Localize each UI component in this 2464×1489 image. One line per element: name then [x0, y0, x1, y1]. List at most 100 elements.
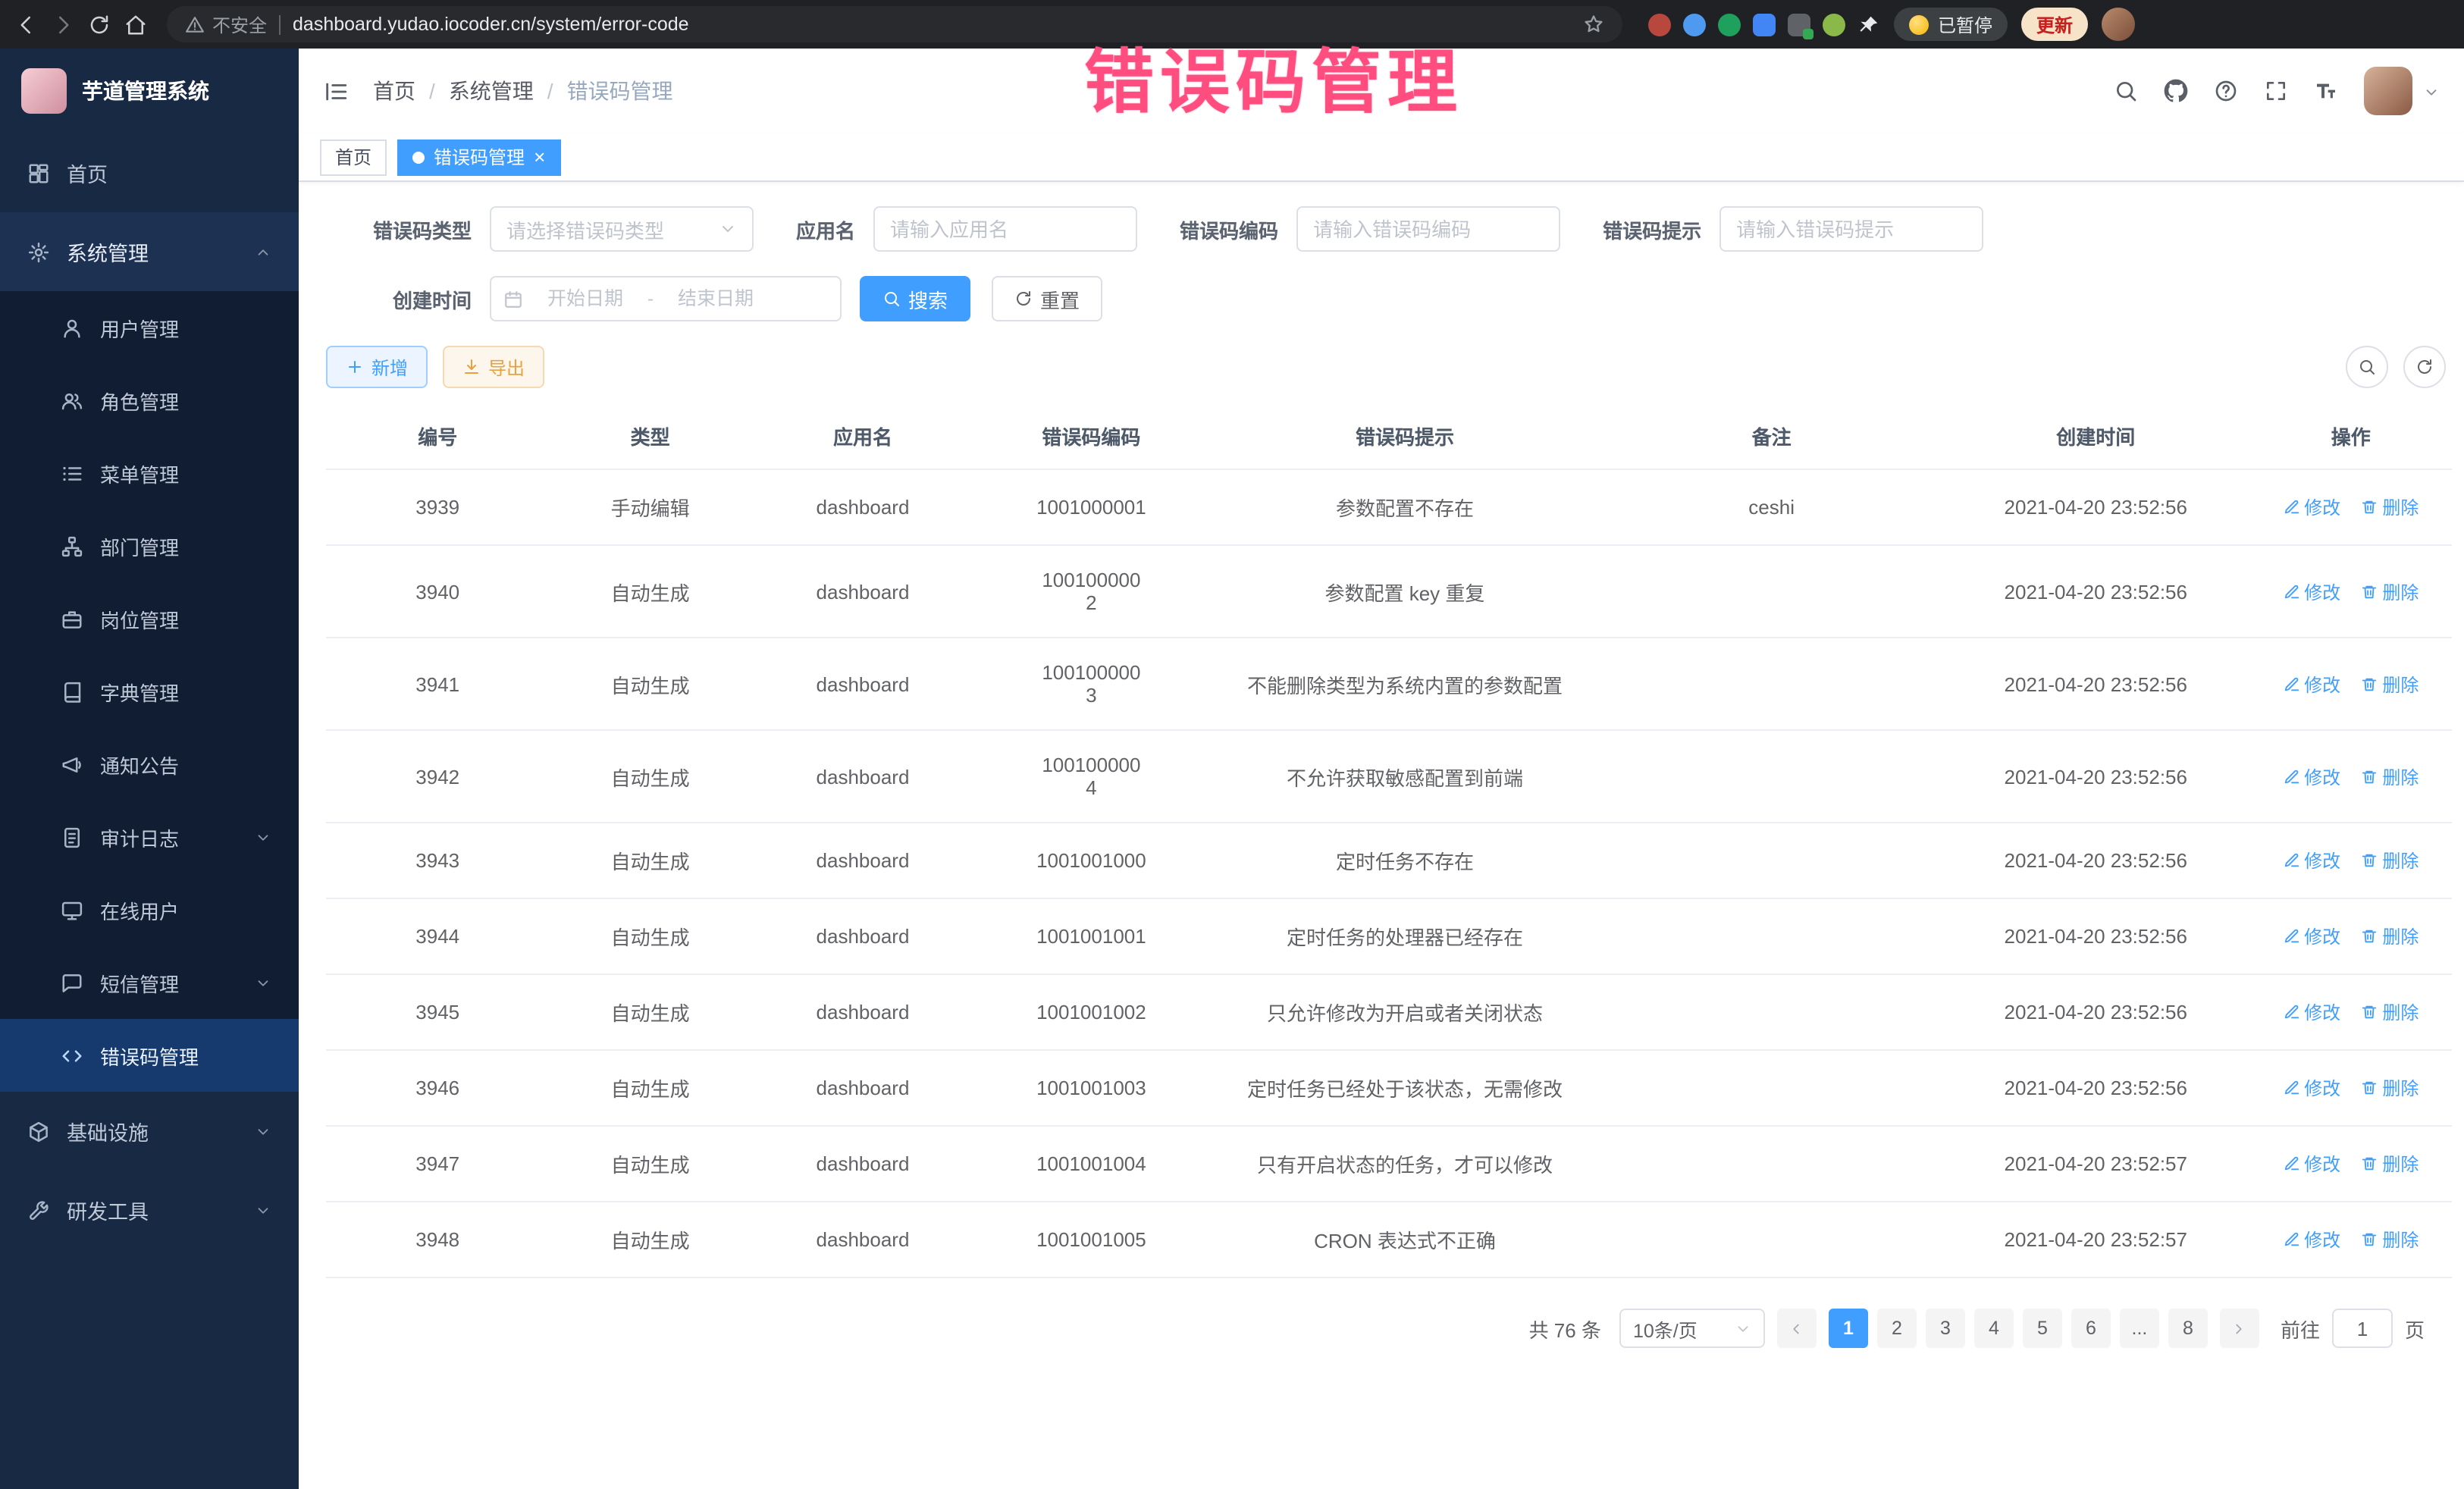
- page-number-button[interactable]: 5: [2023, 1309, 2062, 1348]
- sidebar-item-post-mgmt[interactable]: 岗位管理: [0, 582, 299, 655]
- page-number-button[interactable]: 2: [1877, 1309, 1917, 1348]
- browser-forward-icon[interactable]: [52, 13, 74, 36]
- goto-page-input[interactable]: [2332, 1309, 2393, 1348]
- extension-icon[interactable]: [1683, 13, 1706, 36]
- edit-link[interactable]: 修改: [2283, 1075, 2340, 1101]
- edit-icon: [2283, 1231, 2299, 1248]
- delete-link[interactable]: 删除: [2361, 494, 2419, 520]
- list-icon: [61, 462, 83, 484]
- github-icon[interactable]: [2164, 79, 2188, 103]
- date-range-picker[interactable]: -: [490, 276, 842, 321]
- search-button[interactable]: 搜索: [860, 276, 970, 321]
- app-name-input[interactable]: [873, 206, 1137, 252]
- tab-error-code-mgmt[interactable]: 错误码管理 ×: [397, 139, 560, 175]
- extension-icon[interactable]: [1788, 13, 1810, 36]
- close-icon[interactable]: ×: [534, 147, 545, 167]
- delete-link[interactable]: 删除: [2361, 848, 2419, 873]
- bookmark-star-icon[interactable]: [1583, 14, 1604, 35]
- extension-icon[interactable]: [1648, 13, 1671, 36]
- book-icon: [61, 680, 83, 703]
- page-number-button[interactable]: 6: [2071, 1309, 2111, 1348]
- delete-link[interactable]: 删除: [2361, 1151, 2419, 1177]
- prev-page-button[interactable]: [1777, 1309, 1817, 1348]
- edit-link[interactable]: 修改: [2283, 848, 2340, 873]
- browser-profile-avatar[interactable]: [2102, 8, 2135, 41]
- delete-link[interactable]: 删除: [2361, 578, 2419, 604]
- fullscreen-icon[interactable]: [2264, 79, 2288, 103]
- browser-home-icon[interactable]: [124, 13, 147, 36]
- cell-app: dashboard: [751, 823, 974, 898]
- add-button[interactable]: 新增: [326, 346, 428, 388]
- edit-icon: [2283, 583, 2299, 600]
- edit-link[interactable]: 修改: [2283, 671, 2340, 697]
- sidebar-item-sms-mgmt[interactable]: 短信管理: [0, 946, 299, 1019]
- error-code-input[interactable]: [1296, 206, 1560, 252]
- paused-badge[interactable]: 已暂停: [1894, 8, 2008, 41]
- app-logo[interactable]: 芋道管理系统: [0, 49, 299, 133]
- extension-icon[interactable]: [1753, 13, 1776, 36]
- security-chip[interactable]: 不安全: [185, 11, 267, 37]
- end-date-input[interactable]: [660, 288, 772, 309]
- page-number-button[interactable]: 3: [1926, 1309, 1965, 1348]
- font-size-icon[interactable]: [2314, 79, 2338, 103]
- search-icon[interactable]: [2114, 79, 2138, 103]
- address-bar[interactable]: 不安全 dashboard.yudao.iocoder.cn/system/er…: [167, 6, 1622, 42]
- sidebar-item-dev-tools[interactable]: 研发工具: [0, 1171, 299, 1249]
- pin-icon[interactable]: [1857, 13, 1880, 36]
- delete-link[interactable]: 删除: [2361, 923, 2419, 949]
- sidebar-item-dept-mgmt[interactable]: 部门管理: [0, 509, 299, 582]
- sidebar-item-error-code-mgmt[interactable]: 错误码管理: [0, 1019, 299, 1092]
- delete-link[interactable]: 删除: [2361, 671, 2419, 697]
- cell-type: 手动编辑: [549, 469, 751, 545]
- edit-link[interactable]: 修改: [2283, 763, 2340, 789]
- help-icon[interactable]: [2214, 79, 2238, 103]
- table-row: 3948 自动生成 dashboard 1001001005 CRON 表达式不…: [326, 1202, 2452, 1277]
- breadcrumb-item[interactable]: 系统管理: [449, 76, 534, 106]
- error-hint-input[interactable]: [1719, 206, 1983, 252]
- reset-button[interactable]: 重置: [992, 276, 1102, 321]
- error-type-select[interactable]: 请选择错误码类型: [490, 206, 754, 252]
- breadcrumb-item[interactable]: 首页: [373, 76, 415, 106]
- edit-link[interactable]: 修改: [2283, 923, 2340, 949]
- start-date-input[interactable]: [529, 288, 641, 309]
- page-number-button[interactable]: ...: [2120, 1309, 2159, 1348]
- edit-link[interactable]: 修改: [2283, 1227, 2340, 1252]
- update-button[interactable]: 更新: [2021, 8, 2088, 41]
- sidebar-item-infrastructure[interactable]: 基础设施: [0, 1092, 299, 1171]
- sidebar-item-online-users[interactable]: 在线用户: [0, 873, 299, 946]
- edit-link[interactable]: 修改: [2283, 1151, 2340, 1177]
- sidebar-toggle-icon[interactable]: [323, 78, 349, 104]
- sidebar-item-notice[interactable]: 通知公告: [0, 728, 299, 801]
- sidebar-item-menu-mgmt[interactable]: 菜单管理: [0, 437, 299, 509]
- sidebar-item-system-mgmt[interactable]: 系统管理: [0, 212, 299, 291]
- extension-icon[interactable]: [1823, 13, 1845, 36]
- sidebar-item-user-mgmt[interactable]: 用户管理: [0, 291, 299, 364]
- browser-back-icon[interactable]: [15, 13, 38, 36]
- extension-icon[interactable]: [1718, 13, 1741, 36]
- browser-reload-icon[interactable]: [88, 13, 111, 36]
- page-number-button[interactable]: 1: [1829, 1309, 1868, 1348]
- export-button[interactable]: 导出: [443, 346, 544, 388]
- sidebar-item-dict-mgmt[interactable]: 字典管理: [0, 655, 299, 728]
- edit-link[interactable]: 修改: [2283, 999, 2340, 1025]
- edit-link[interactable]: 修改: [2283, 494, 2340, 520]
- delete-link[interactable]: 删除: [2361, 999, 2419, 1025]
- delete-link[interactable]: 删除: [2361, 1227, 2419, 1252]
- page-number-button[interactable]: 8: [2168, 1309, 2208, 1348]
- page-number-button[interactable]: 4: [1974, 1309, 2014, 1348]
- sidebar-item-role-mgmt[interactable]: 角色管理: [0, 364, 299, 437]
- sidebar-item-home[interactable]: 首页: [0, 133, 299, 212]
- tab-home[interactable]: 首页: [320, 139, 387, 175]
- page-size-select[interactable]: 10条/页: [1619, 1309, 1765, 1348]
- delete-link[interactable]: 删除: [2361, 763, 2419, 789]
- delete-link[interactable]: 删除: [2361, 1075, 2419, 1101]
- sidebar-item-audit-log[interactable]: 审计日志: [0, 801, 299, 873]
- filter-row-1: 错误码类型 请选择错误码类型 应用名 错误码编码: [326, 206, 2452, 252]
- user-menu[interactable]: [2364, 67, 2440, 115]
- refresh-table-button[interactable]: [2403, 346, 2446, 388]
- cell-app: dashboard: [751, 1202, 974, 1277]
- next-page-button[interactable]: [2220, 1309, 2259, 1348]
- sidebar-item-label: 首页: [67, 158, 108, 188]
- toggle-search-button[interactable]: [2346, 346, 2388, 388]
- edit-link[interactable]: 修改: [2283, 578, 2340, 604]
